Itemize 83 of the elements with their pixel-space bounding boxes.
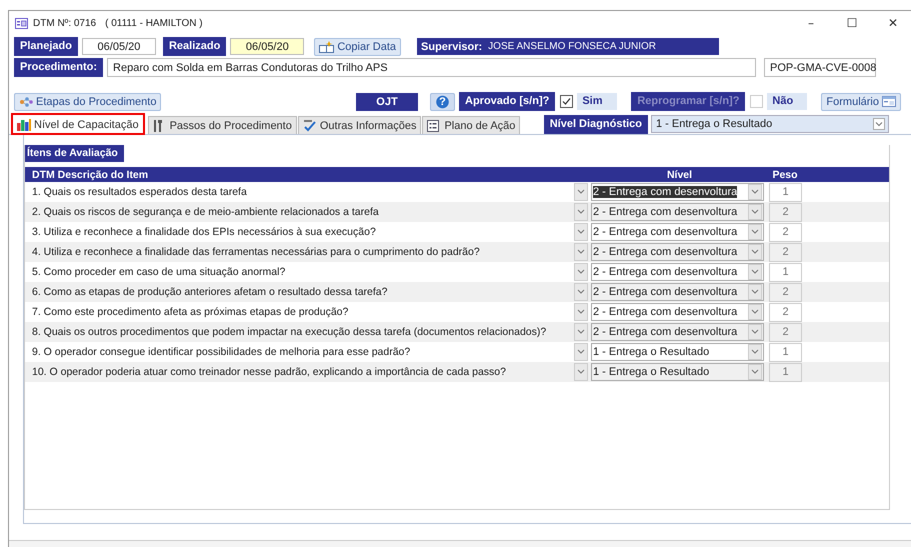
table-cell-text: 7. Como este procedimento afeta as próximas etapas de produção? [31, 306, 350, 318]
dropdown-button[interactable] [574, 243, 588, 261]
supervisor-name: JOSE ANSELMO FONSECA JUNIOR [488, 41, 656, 52]
ojt-button[interactable]: OJT [356, 92, 418, 110]
table-cell-text: 10. O operador poderia atuar como treinador nesse padrão, explicando a importância de cada passo? [31, 366, 507, 378]
column-header: DTM Descrição do Item [31, 168, 150, 180]
nivel-dropdown[interactable]: 2 - Entrega com desenvoltura [591, 243, 764, 261]
supervisor-label: Supervisor: [421, 40, 482, 52]
maximize-button[interactable]: ☐ [834, 16, 870, 30]
horizontal-scrollbar[interactable] [9, 540, 911, 547]
procedure-field[interactable]: Reparo com Solda em Barras Condutoras do Trilho APS [107, 58, 756, 77]
table-cell-text: 5. Como proceder em caso de uma situação anormal? [31, 266, 286, 278]
close-button[interactable]: ✕ [875, 16, 911, 30]
dropdown-button[interactable] [574, 183, 588, 201]
dropdown-button[interactable] [574, 303, 588, 321]
dropdown-button[interactable] [574, 363, 588, 381]
dropdown-button[interactable] [574, 283, 588, 301]
form-icon [882, 96, 896, 107]
tab[interactable]: Nível de Capacitação [12, 114, 144, 134]
peso-field[interactable]: 2 [769, 222, 802, 242]
nivel-dropdown[interactable]: 2 - Entrega com desenvoltura [591, 323, 764, 341]
table-cell-text: 8. Quais os outros procedimentos que podem impactar na execução dessa tarefa (documentos relacionados)? [31, 326, 548, 338]
column-header: Nível [666, 168, 694, 180]
procedimento-label: Procedimento: [14, 58, 104, 77]
window-title: DTM Nº: 0716 [33, 18, 96, 28]
peso-field[interactable]: 2 [769, 242, 802, 262]
table-cell-text: 9. O operador consegue identificar possibilidades de melhoria para esse padrão? [31, 346, 412, 358]
spellcheck-icon [302, 120, 317, 132]
peso-field[interactable]: 1 [769, 362, 802, 382]
bar-chart-icon [17, 118, 31, 130]
table-cell-text: 3. Utiliza e reconhece a finalidade dos EPIs necessários à sua execução? [31, 226, 377, 238]
tab[interactable]: Plano de Ação [422, 116, 520, 134]
column-header: Peso [771, 168, 799, 180]
date-field[interactable]: 06/05/20 [82, 38, 156, 55]
window-subtitle: ( 01111 - HAMILTON ) [105, 18, 203, 28]
etapas-button[interactable]: Etapas do Procedimento [14, 92, 162, 110]
table-cell-text: 2. Quais os riscos de segurança e de meio-ambiente relacionados a tarefa [31, 206, 380, 218]
nivel-dropdown[interactable]: 2 - Entrega com desenvoltura [591, 283, 764, 301]
nivel-dropdown[interactable]: 2 - Entrega com desenvoltura [591, 303, 764, 321]
peso-field[interactable]: 2 [769, 322, 802, 342]
peso-field[interactable]: 1 [769, 342, 802, 362]
procedure-code-field[interactable]: POP-GMA-CVE-0008 [764, 58, 876, 77]
aprovado-answer: Sim [577, 93, 618, 110]
nivel-dropdown[interactable]: 1 - Entrega o Resultado [591, 343, 764, 361]
copy-icon [319, 40, 334, 52]
table-cell-text: 1. Quais os resultados esperados desta tarefa [31, 186, 248, 198]
help-button[interactable]: ? [430, 92, 455, 110]
aprovado-checkbox[interactable] [560, 95, 574, 108]
nivel-dropdown[interactable]: 2 - Entrega com desenvoltura [591, 183, 764, 201]
nivel-dropdown[interactable]: 2 - Entrega com desenvoltura [591, 263, 764, 281]
dropdown-button[interactable] [574, 323, 588, 341]
tab[interactable]: Outras Informações [298, 116, 422, 134]
peso-field[interactable]: 2 [769, 282, 802, 302]
nivel-dropdown[interactable]: 2 - Entrega com desenvoltura [591, 223, 764, 241]
peso-field[interactable]: 2 [769, 302, 802, 322]
diagnostico-label: Nível Diagnóstico [544, 114, 648, 134]
reprogramar-label: Reprogramar [s/n]? [631, 92, 746, 111]
dropdown-button[interactable] [574, 343, 588, 361]
peso-field[interactable]: 1 [769, 262, 802, 282]
dropdown-button[interactable] [574, 203, 588, 221]
nivel-dropdown[interactable]: 1 - Entrega o Resultado [591, 363, 764, 381]
copy-date-button[interactable]: Copiar Data [314, 38, 402, 56]
form-icon [15, 18, 28, 28]
nodes-icon [19, 96, 33, 106]
planejado-label: Planejado [14, 37, 78, 56]
date-field[interactable]: 06/05/20 [230, 38, 304, 55]
section-title: Ítens de Avaliação [25, 145, 124, 162]
aprovado-label: Aprovado [s/n]? [459, 92, 556, 111]
diagnostico-dropdown[interactable]: 1 - Entrega o Resultado [651, 114, 889, 132]
peso-field[interactable]: 1 [769, 182, 802, 202]
realizado-label: Realizado [162, 37, 226, 56]
peso-field[interactable]: 2 [769, 202, 802, 222]
nivel-dropdown[interactable]: 2 - Entrega com desenvoltura [591, 203, 764, 221]
reprogramar-answer: Não [767, 93, 808, 110]
minimize-button[interactable]: – [793, 16, 829, 30]
list-icon [427, 120, 442, 132]
dropdown-button[interactable] [574, 223, 588, 241]
formulario-button[interactable]: Formulário [821, 92, 901, 110]
table-cell-text: 6. Como as etapas de produção anteriores afetam o resultado dessa tarefa? [31, 286, 388, 298]
chevron-down-icon [873, 118, 885, 130]
tab[interactable]: Passos do Procedimento [148, 116, 297, 134]
table-cell-text: 4. Utiliza e reconhece a finalidade das ferramentas necessárias para o cumprimento do padrão? [31, 246, 481, 258]
dropdown-button[interactable] [574, 263, 588, 281]
